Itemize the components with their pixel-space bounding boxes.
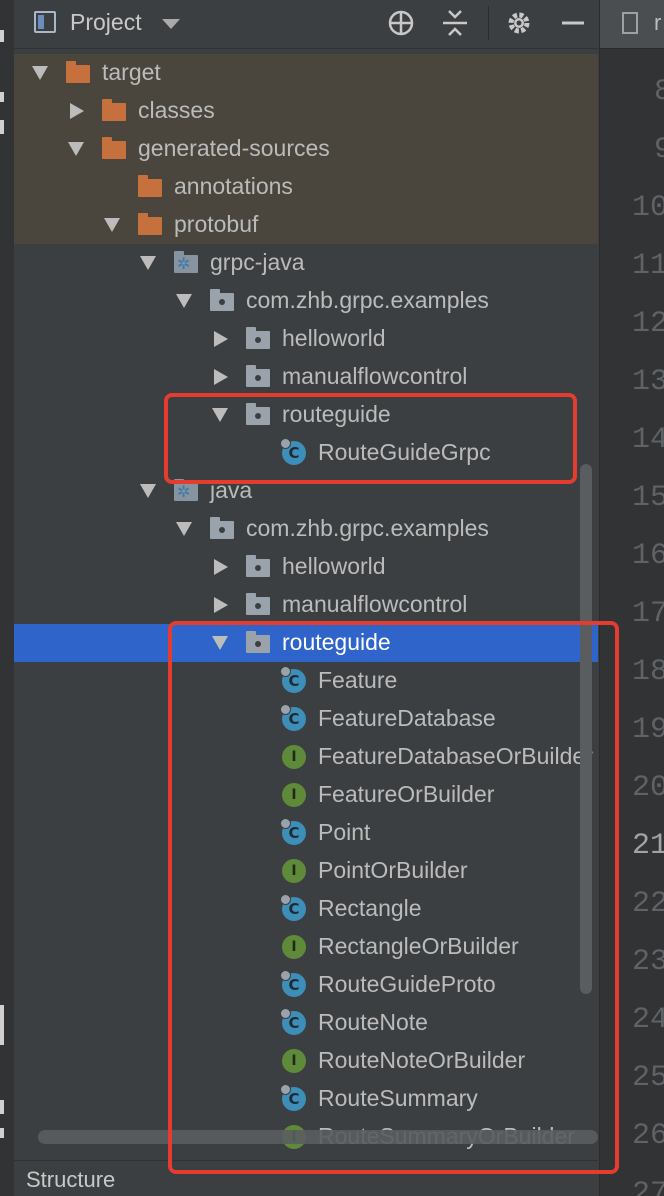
- file-icon: [622, 12, 638, 34]
- line-number: 11: [632, 249, 664, 283]
- tree-item-label: classes: [138, 97, 215, 123]
- strip-marker: [0, 1100, 4, 1114]
- line-number: 19: [632, 713, 664, 747]
- line-number: 26: [632, 1119, 664, 1153]
- line-number: 20: [632, 771, 664, 805]
- expand-arrow-down-icon[interactable]: [32, 66, 48, 80]
- minimize-icon[interactable]: [558, 8, 588, 38]
- tree-item-label: manualflowcontrol: [282, 363, 468, 389]
- panel-title[interactable]: Project: [70, 9, 142, 36]
- line-number: 9: [654, 133, 664, 167]
- expand-arrow-down-icon[interactable]: [68, 142, 84, 156]
- tree-item-label: annotations: [174, 173, 293, 199]
- strip-marker: [0, 30, 4, 42]
- line-number: 22: [632, 887, 664, 921]
- folder-orange-icon: [66, 61, 90, 83]
- tree-item-label: com.zhb.grpc.examples: [246, 515, 489, 541]
- line-number: 23: [632, 945, 664, 979]
- package-icon: [246, 327, 270, 349]
- strip-marker: [0, 92, 4, 102]
- expand-arrow-down-icon[interactable]: [104, 218, 120, 232]
- annotation-box: [168, 621, 619, 1174]
- folder-orange-icon: [102, 99, 126, 121]
- package-icon: [246, 365, 270, 387]
- tree-row[interactable]: manualflowcontrol: [14, 586, 598, 624]
- folder-orange-icon: [102, 137, 126, 159]
- structure-tab[interactable]: Structure: [26, 1167, 115, 1193]
- strip-marker: [0, 1128, 4, 1138]
- collapse-all-icon[interactable]: [440, 8, 470, 38]
- package-icon: [246, 593, 270, 615]
- project-panel-header: Project: [14, 0, 598, 49]
- locate-target-icon[interactable]: [386, 8, 416, 38]
- source-root-icon: [174, 479, 198, 501]
- folder-orange-icon: [138, 213, 162, 235]
- tree-row[interactable]: manualflowcontrol: [14, 358, 598, 396]
- package-icon: [210, 517, 234, 539]
- left-tool-strip: [0, 0, 15, 1196]
- annotation-box: [164, 393, 577, 484]
- expand-arrow-down-icon[interactable]: [140, 256, 156, 270]
- tree-row[interactable]: helloworld: [14, 320, 598, 358]
- line-number: 10: [632, 191, 664, 225]
- tree-item-label: protobuf: [174, 211, 259, 237]
- tree-row[interactable]: protobuf: [14, 206, 598, 244]
- line-number: 18: [632, 655, 664, 689]
- line-number: 24: [632, 1003, 664, 1037]
- tree-row[interactable]: target: [14, 54, 598, 92]
- line-number: 13: [632, 365, 664, 399]
- tree-row[interactable]: com.zhb.grpc.examples: [14, 510, 598, 548]
- tree-item-label: generated-sources: [138, 135, 330, 161]
- expand-arrow-right-icon[interactable]: [70, 103, 84, 119]
- line-number: 17: [632, 597, 664, 631]
- tree-item-label: target: [102, 59, 161, 85]
- tree-item-label: com.zhb.grpc.examples: [246, 287, 489, 313]
- chevron-down-icon[interactable]: [162, 19, 180, 29]
- expand-arrow-down-icon[interactable]: [176, 294, 192, 308]
- line-number: 12: [632, 307, 664, 341]
- line-number: 21: [632, 829, 664, 863]
- line-number: 8: [654, 75, 664, 109]
- project-view-icon: [34, 11, 56, 33]
- toolbar-separator: [488, 6, 489, 40]
- tree-item-label: grpc-java: [210, 249, 305, 275]
- expand-arrow-right-icon[interactable]: [214, 331, 228, 347]
- line-number: 25: [632, 1061, 664, 1095]
- expand-arrow-right-icon[interactable]: [214, 597, 228, 613]
- strip-marker: [0, 1005, 4, 1045]
- package-icon: [210, 289, 234, 311]
- folder-orange-icon: [138, 175, 162, 197]
- editor-tab-label: r: [654, 10, 662, 35]
- tree-row[interactable]: grpc-java: [14, 244, 598, 282]
- tree-row[interactable]: helloworld: [14, 548, 598, 586]
- package-icon: [246, 555, 270, 577]
- tree-row[interactable]: classes: [14, 92, 598, 130]
- tree-item-label: helloworld: [282, 553, 386, 579]
- line-number: 16: [632, 539, 664, 573]
- expand-arrow-right-icon[interactable]: [214, 559, 228, 575]
- tree-item-label: helloworld: [282, 325, 386, 351]
- tree-row[interactable]: annotations: [14, 168, 598, 206]
- tree-row[interactable]: generated-sources: [14, 130, 598, 168]
- tree-row[interactable]: com.zhb.grpc.examples: [14, 282, 598, 320]
- source-root-icon: [174, 251, 198, 273]
- line-number: 15: [632, 481, 664, 515]
- strip-marker: [0, 120, 4, 134]
- expand-arrow-down-icon[interactable]: [140, 484, 156, 498]
- line-number: 14: [632, 423, 664, 457]
- gear-icon[interactable]: [504, 8, 534, 38]
- tree-item-label: manualflowcontrol: [282, 591, 468, 617]
- expand-arrow-down-icon[interactable]: [176, 522, 192, 536]
- expand-arrow-right-icon[interactable]: [214, 369, 228, 385]
- editor-tab[interactable]: r: [600, 0, 664, 49]
- line-number: 27: [632, 1177, 664, 1196]
